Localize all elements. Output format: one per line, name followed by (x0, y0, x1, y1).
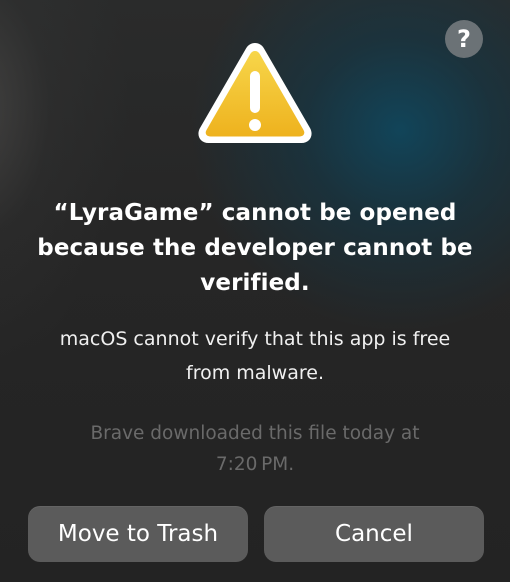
warning-triangle-icon (198, 43, 312, 143)
help-button[interactable]: ? (445, 20, 483, 58)
message-line: from malware. (186, 362, 324, 384)
download-info: Brave downloaded this file today at 7:20… (25, 418, 485, 480)
cancel-button[interactable]: Cancel (264, 506, 484, 562)
title-line: verified. (200, 270, 310, 296)
unverified-developer-dialog: ? “LyraGame” cannot be opened because th… (0, 0, 510, 582)
message-line: macOS cannot verify that this app is fre… (59, 328, 451, 350)
download-info-line: Brave downloaded this file today at (90, 423, 420, 444)
download-info-line: 7:20 PM. (215, 454, 295, 475)
title-line: “LyraGame” cannot be opened (53, 200, 457, 226)
title-line: because the developer cannot be (37, 235, 473, 261)
move-to-trash-button[interactable]: Move to Trash (28, 506, 248, 562)
dialog-title: “LyraGame” cannot be opened because the … (20, 196, 490, 301)
dialog-message: macOS cannot verify that this app is fre… (25, 322, 485, 390)
question-mark-icon: ? (457, 25, 471, 53)
